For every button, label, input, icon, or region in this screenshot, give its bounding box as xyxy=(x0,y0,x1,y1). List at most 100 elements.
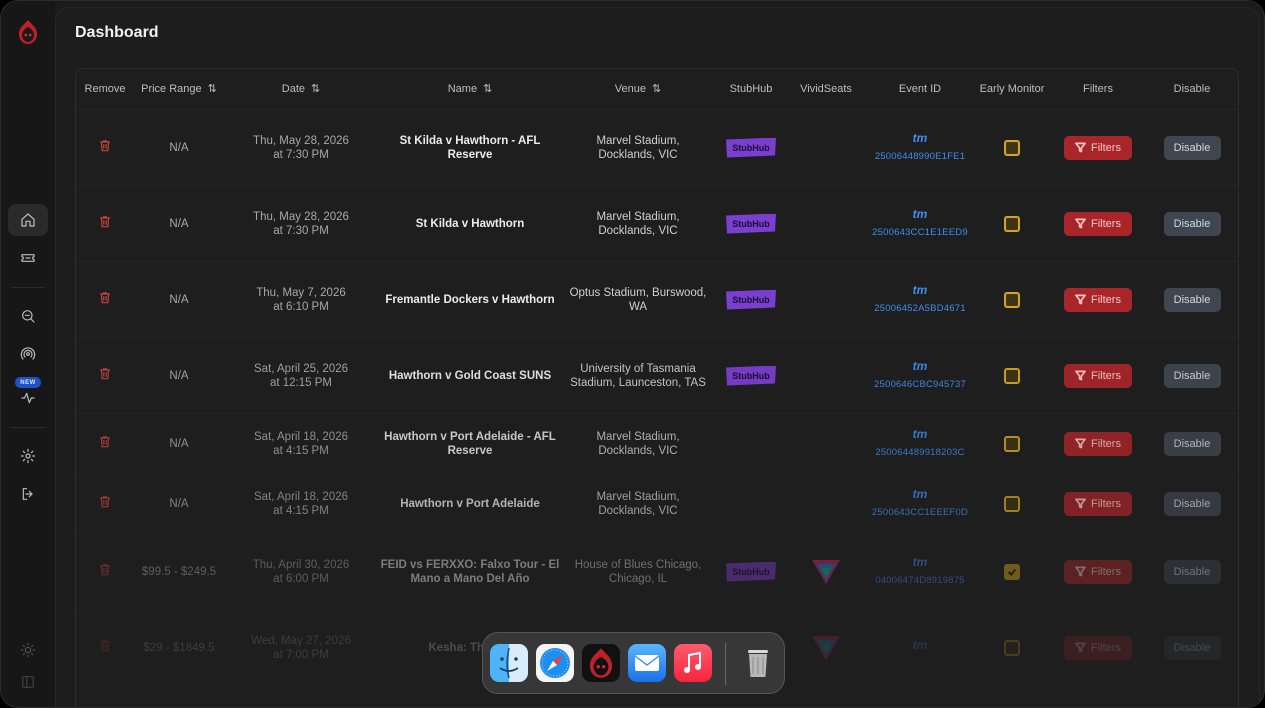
filters-button[interactable]: Filters xyxy=(1064,491,1132,516)
ticketmaster-icon: tm xyxy=(912,555,928,569)
event-id-link[interactable]: 2500643CC1EEEF0D xyxy=(872,506,968,520)
early-monitor-checkbox[interactable] xyxy=(967,474,1057,533)
music-icon[interactable] xyxy=(674,644,712,682)
disable-button[interactable]: Disable xyxy=(1163,431,1221,456)
filters-button[interactable]: Filters xyxy=(1064,635,1132,660)
filters-button[interactable]: Filters xyxy=(1064,287,1132,312)
nav-theme[interactable] xyxy=(8,634,48,666)
stubhub-link[interactable]: StubHub xyxy=(716,338,786,413)
remove-button[interactable] xyxy=(76,534,134,609)
disable-button[interactable]: Disable xyxy=(1163,211,1221,236)
nav-search[interactable] xyxy=(8,300,48,332)
disable-button[interactable]: Disable xyxy=(1163,363,1221,388)
event-id[interactable]: tm 25006448990E1FE1 xyxy=(865,110,975,185)
filters-button[interactable]: Filters xyxy=(1064,559,1132,584)
finder-icon[interactable] xyxy=(490,644,528,682)
event-id-link[interactable]: 2500646CBC945737 xyxy=(874,378,966,392)
stubhub-link[interactable]: StubHub xyxy=(716,110,786,185)
event-id[interactable]: tm 250064489918203C xyxy=(865,414,975,473)
event-id[interactable]: tm 2500643CC1E1EED9 xyxy=(865,186,975,261)
event-venue: Marvel Stadium, Docklands, VIC xyxy=(596,430,680,457)
stubhub-logo-icon[interactable]: StubHub xyxy=(726,365,776,386)
nav-settings[interactable] xyxy=(8,440,48,472)
filters-button[interactable]: Filters xyxy=(1064,363,1132,388)
disable-button[interactable]: Disable xyxy=(1163,491,1221,516)
stubhub-logo-icon[interactable]: StubHub xyxy=(726,289,776,310)
checkbox[interactable] xyxy=(1004,435,1020,452)
filters-button[interactable]: Filters xyxy=(1064,431,1132,456)
checkbox[interactable] xyxy=(1004,139,1020,156)
remove-button[interactable] xyxy=(76,474,134,533)
event-name: Fremantle Dockers v Hawthorn xyxy=(385,293,555,306)
remove-button[interactable] xyxy=(76,186,134,261)
event-id-link[interactable]: 25006452A5BD4671 xyxy=(874,302,965,316)
col-date[interactable]: Date ⇅ xyxy=(226,69,376,109)
nav-activity[interactable] xyxy=(8,382,48,414)
remove-button[interactable] xyxy=(76,610,134,685)
stubhub-link[interactable]: StubHub xyxy=(716,262,786,337)
nav-broadcast[interactable] xyxy=(8,338,48,370)
nav-panel[interactable] xyxy=(8,666,48,698)
nav-tickets[interactable] xyxy=(8,242,48,274)
remove-button[interactable] xyxy=(76,338,134,413)
page-title: Dashboard xyxy=(75,24,159,41)
checkbox[interactable] xyxy=(1004,639,1020,656)
nav-home[interactable] xyxy=(8,204,48,236)
early-monitor-checkbox[interactable] xyxy=(967,610,1057,685)
filters-cell: Filters xyxy=(1062,610,1134,685)
app-logo-icon[interactable] xyxy=(16,19,40,45)
safari-icon[interactable] xyxy=(536,644,574,682)
app-logo-icon[interactable] xyxy=(582,644,620,682)
event-id[interactable]: tm 2500643CC1EEEF0D xyxy=(865,474,975,533)
event-id[interactable]: tm xyxy=(865,610,975,685)
early-monitor-checkbox[interactable] xyxy=(967,186,1057,261)
vividseats-link[interactable] xyxy=(788,534,864,609)
event-id-link[interactable]: 25006448990E1FE1 xyxy=(875,150,965,164)
disable-button[interactable]: Disable xyxy=(1163,135,1221,160)
vividseats-link[interactable] xyxy=(788,610,864,685)
trash-icon[interactable] xyxy=(739,644,777,682)
early-monitor-checkbox[interactable] xyxy=(967,414,1057,473)
vividseats-link xyxy=(788,110,864,185)
stubhub-logo-icon[interactable]: StubHub xyxy=(726,561,776,582)
event-venue: University of Tasmania Stadium, Launcest… xyxy=(570,362,706,389)
event-id[interactable]: tm 04006474D8919875 xyxy=(865,534,975,609)
col-venue[interactable]: Venue ⇅ xyxy=(563,69,713,109)
event-id-link[interactable]: 2500643CC1E1EED9 xyxy=(872,226,968,240)
stubhub-logo-icon[interactable]: StubHub xyxy=(726,213,776,234)
filters-cell: Filters xyxy=(1062,262,1134,337)
disable-cell: Disable xyxy=(1163,474,1221,533)
early-monitor-checkbox[interactable] xyxy=(967,110,1057,185)
event-id[interactable]: tm 2500646CBC945737 xyxy=(865,338,975,413)
early-monitor-checkbox[interactable] xyxy=(967,534,1057,609)
remove-button[interactable] xyxy=(76,414,134,473)
event-id-link[interactable]: 250064489918203C xyxy=(875,446,964,460)
disable-button[interactable]: Disable xyxy=(1163,287,1221,312)
nav-logout[interactable] xyxy=(8,478,48,510)
vividseats-logo-icon[interactable] xyxy=(811,558,841,586)
stubhub-logo-icon[interactable]: StubHub xyxy=(726,137,776,158)
col-name[interactable]: Name ⇅ xyxy=(379,69,561,109)
stubhub-link[interactable]: StubHub xyxy=(716,186,786,261)
filters-button[interactable]: Filters xyxy=(1064,135,1132,160)
early-monitor-checkbox[interactable] xyxy=(967,338,1057,413)
table-row: N/A Sat, April 18, 2026 at 4:15 PM Hawthorn… xyxy=(76,413,1238,473)
event-id-link[interactable]: 04006474D8919875 xyxy=(875,574,964,588)
remove-button[interactable] xyxy=(76,262,134,337)
disable-button[interactable]: Disable xyxy=(1163,559,1221,584)
vividseats-logo-icon[interactable] xyxy=(811,634,841,662)
filters-button[interactable]: Filters xyxy=(1064,211,1132,236)
checkbox[interactable] xyxy=(1004,215,1020,232)
col-price-range[interactable]: Price Range ⇅ xyxy=(134,69,224,109)
early-monitor-checkbox[interactable] xyxy=(967,262,1057,337)
stubhub-link[interactable]: StubHub xyxy=(716,534,786,609)
col-vividseats: VividSeats xyxy=(800,83,852,95)
mail-icon[interactable] xyxy=(628,644,666,682)
checkbox[interactable] xyxy=(1004,563,1020,580)
checkbox[interactable] xyxy=(1004,367,1020,384)
event-id[interactable]: tm 25006452A5BD4671 xyxy=(865,262,975,337)
remove-button[interactable] xyxy=(76,110,134,185)
disable-button[interactable]: Disable xyxy=(1163,635,1221,660)
checkbox[interactable] xyxy=(1004,291,1020,308)
checkbox[interactable] xyxy=(1004,495,1020,512)
